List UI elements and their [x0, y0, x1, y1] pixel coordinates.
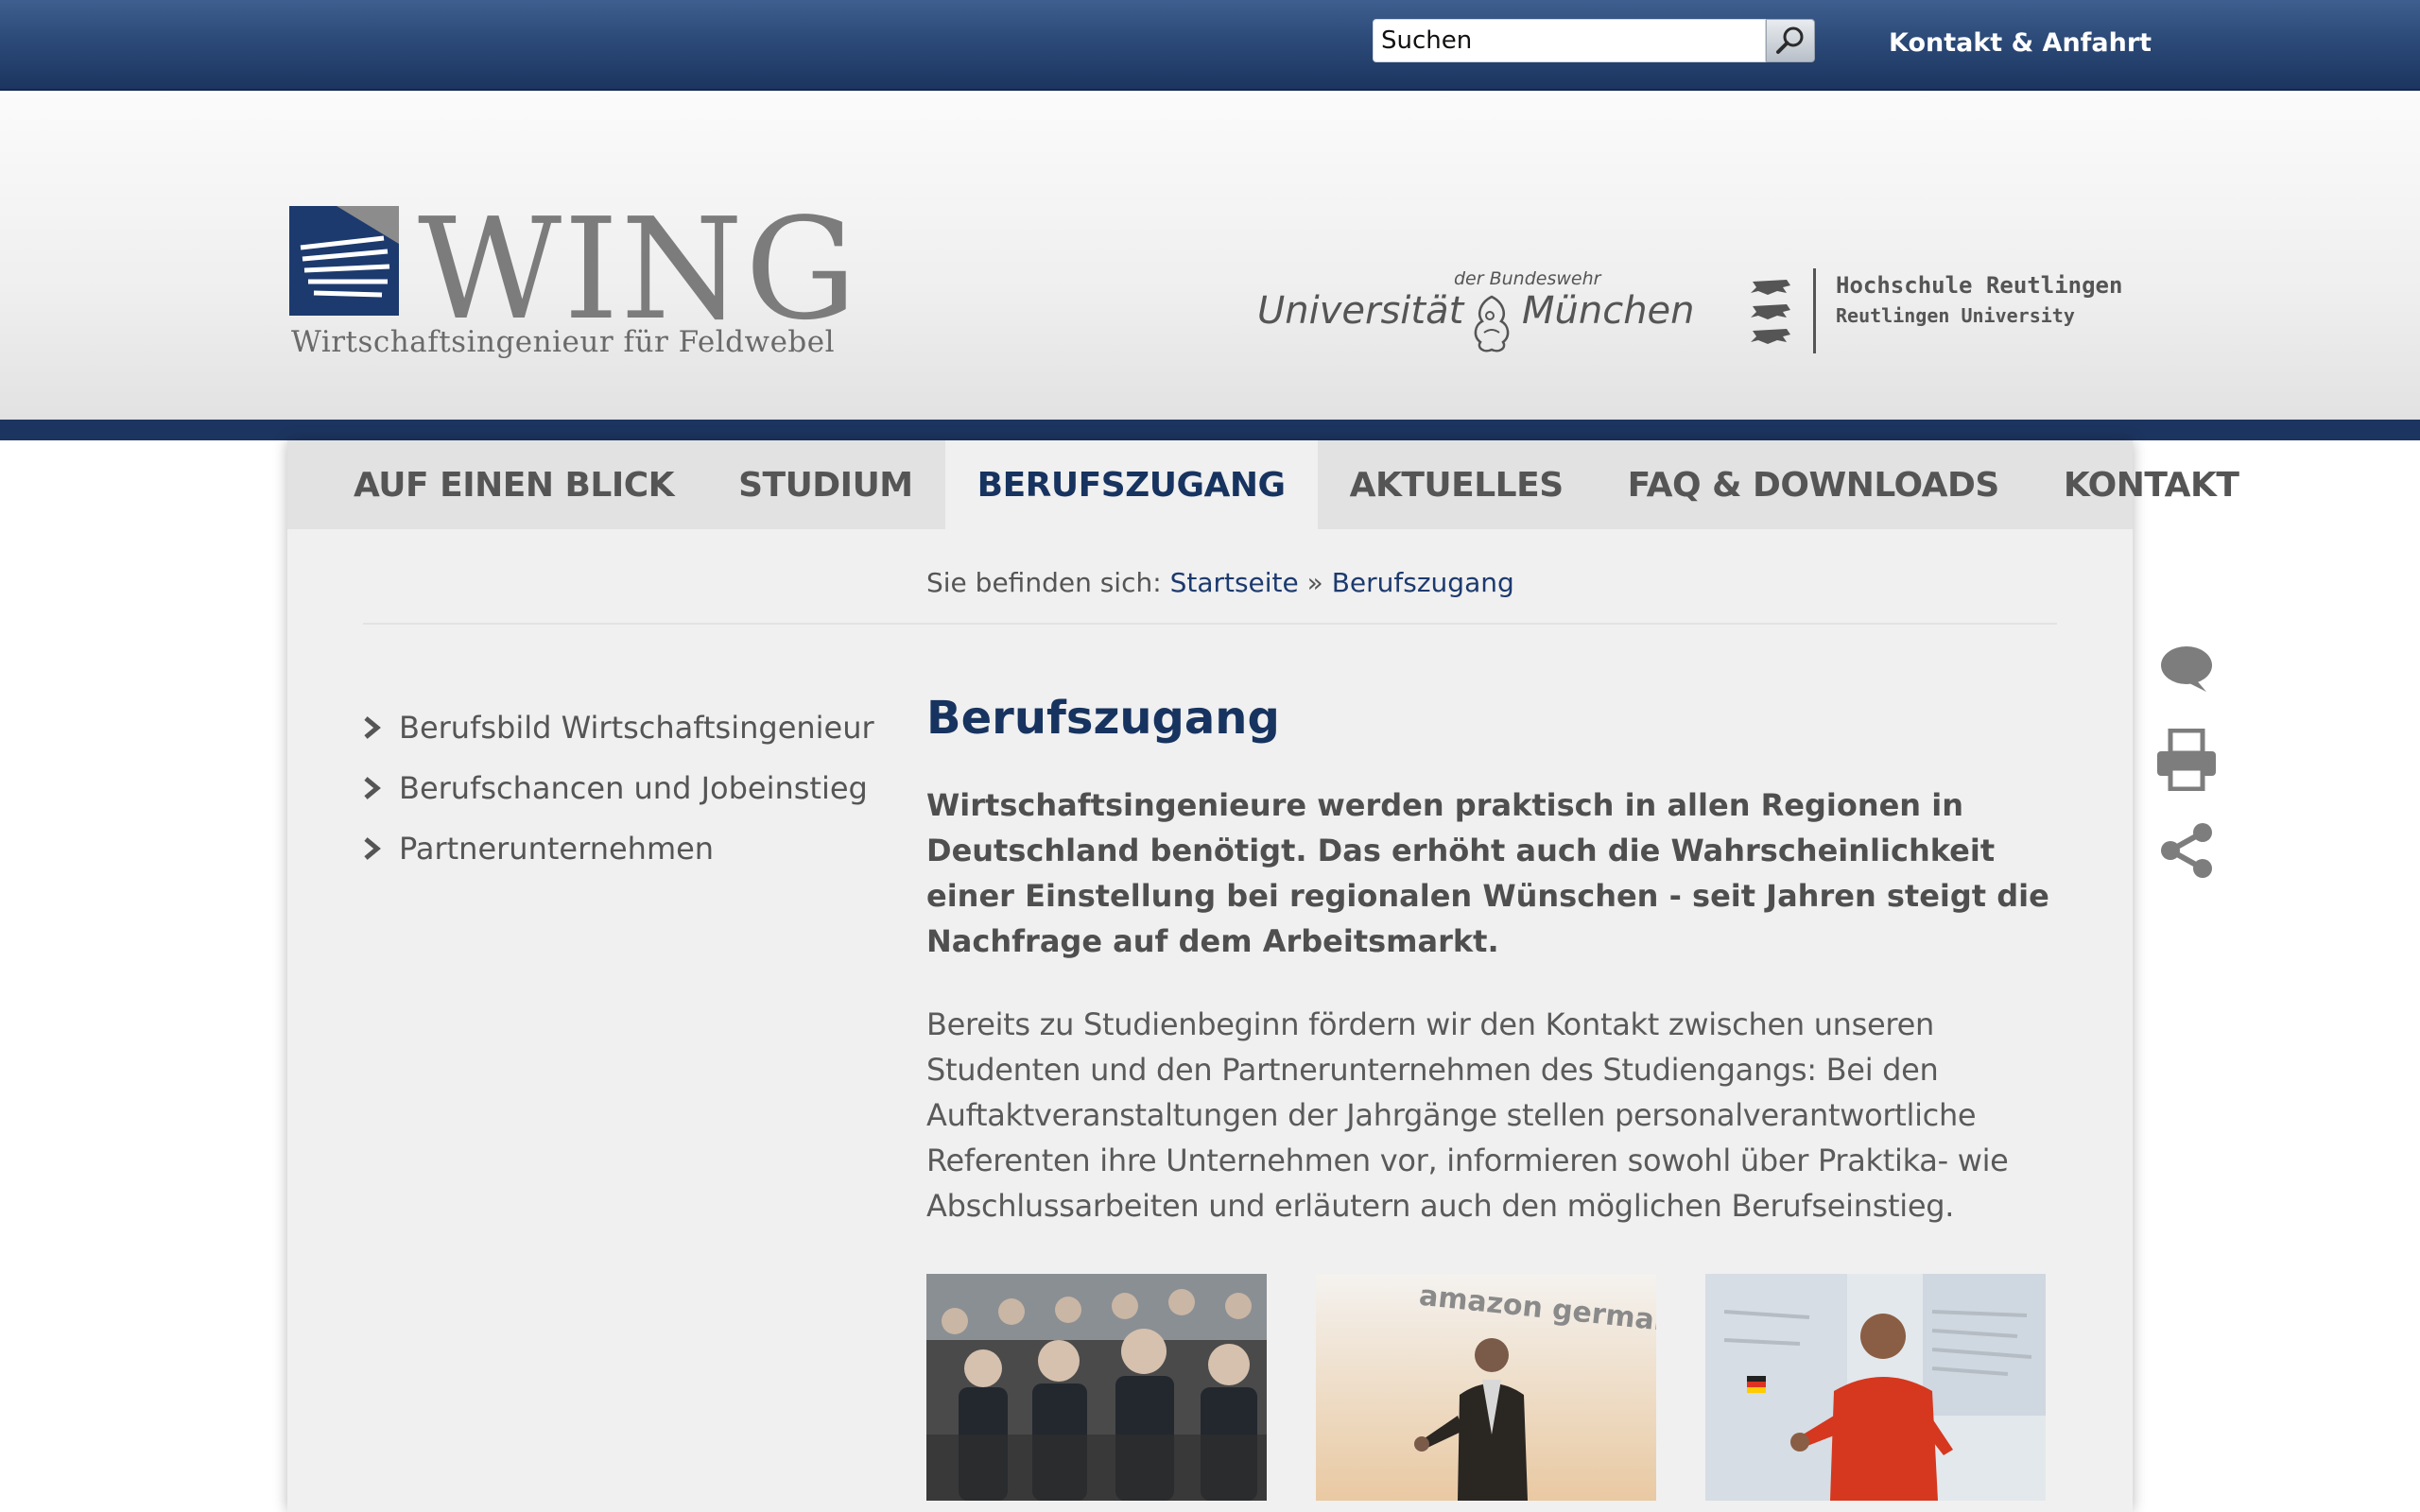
breadcrumb-current-link[interactable]: Berufszugang: [1332, 567, 1514, 598]
photo-gallery: amazon germany: [926, 1274, 2061, 1501]
unibw-left-text: Universität: [1257, 289, 1464, 333]
lions-crest-icon: [1751, 280, 1790, 344]
search-box: [1373, 19, 1815, 64]
reutlingen-name: Hochschule Reutlingen: [1836, 272, 2123, 299]
unibw-right-text: München: [1522, 289, 1695, 333]
wing-emblem-icon: [289, 206, 399, 316]
subnav-item-berufsbild[interactable]: Berufsbild Wirtschaftsingenieur: [363, 697, 892, 758]
share-button[interactable]: [2152, 805, 2221, 896]
gallery-photo-amazon-speaker[interactable]: amazon germany: [1316, 1274, 1656, 1501]
print-button[interactable]: [2152, 714, 2221, 805]
contact-directions-link[interactable]: Kontakt & Anfahrt: [1889, 25, 2152, 62]
chevron-right-icon: [363, 715, 399, 740]
unibw-crest-icon: [1474, 295, 1510, 352]
logo-subtitle: Wirtschaftsingenieur für Feldwebel: [291, 325, 836, 359]
comment-button[interactable]: [2152, 624, 2221, 714]
nav-item-kontakt[interactable]: KONTAKT: [2031, 440, 2272, 529]
logo-wordmark: WING: [418, 188, 859, 351]
subnav-item-label: Berufschancen und Jobeinstieg: [399, 770, 868, 806]
reutlingen-subtitle: Reutlingen University: [1836, 304, 2075, 327]
breadcrumb-divider: [363, 623, 2057, 625]
lead-paragraph: Wirtschaftsingenieure werden praktisch i…: [926, 787, 2049, 959]
body-paragraph: Bereits zu Studienbeginn fördern wir den…: [926, 1006, 2009, 1224]
unibw-logo[interactable]: der Bundeswehr Universität München: [1257, 265, 1702, 369]
nav-item-faq-downloads[interactable]: FAQ & DOWNLOADS: [1596, 440, 2031, 529]
sub-nav: Berufsbild Wirtschaftsingenieur Berufsch…: [363, 697, 892, 879]
nav-item-studium[interactable]: STUDIUM: [706, 440, 945, 529]
nav-item-aktuelles[interactable]: AKTUELLES: [1318, 440, 1596, 529]
search-input[interactable]: [1373, 19, 1766, 62]
content-panel: AUF EINEN BLICK STUDIUM BERUFSZUGANG AKT…: [287, 440, 2239, 1512]
unibw-top-text: der Bundeswehr: [1454, 268, 1601, 289]
breadcrumb-prefix: Sie befinden sich:: [926, 567, 1162, 598]
subnav-item-berufschancen[interactable]: Berufschancen und Jobeinstieg: [363, 758, 892, 818]
main-nav: AUF EINEN BLICK STUDIUM BERUFSZUGANG AKT…: [287, 440, 2239, 529]
nav-item-berufszugang[interactable]: BERUFSZUGANG: [944, 440, 1318, 529]
print-icon: [2157, 729, 2216, 791]
gallery-photo-audience[interactable]: [926, 1274, 1267, 1501]
wing-logo[interactable]: WING Wirtschaftsingenieur für Feldwebel: [289, 198, 856, 369]
nav-item-auf-einen-blick[interactable]: AUF EINEN BLICK: [321, 440, 706, 529]
subnav-item-partnerunternehmen[interactable]: Partnerunternehmen: [363, 818, 892, 879]
breadcrumb: Sie befinden sich: Startseite » Berufszu…: [926, 567, 1514, 598]
page-title: Berufszugang: [926, 692, 1280, 745]
header-divider-strip: [0, 420, 2420, 440]
search-button[interactable]: [1766, 19, 1815, 62]
magnifier-icon: [1776, 26, 1804, 54]
chevron-right-icon: [363, 836, 399, 861]
subnav-item-label: Berufsbild Wirtschaftsingenieur: [399, 710, 874, 746]
reutlingen-divider: [1813, 268, 1816, 353]
reutlingen-logo[interactable]: Hochschule Reutlingen Reutlingen Univers…: [1749, 268, 2146, 353]
share-icon: [2161, 823, 2212, 878]
chevron-right-icon: [363, 776, 399, 800]
gallery-photo-speaker-red[interactable]: [1705, 1274, 2046, 1501]
main-content: Berufszugang Wirtschaftsingenieure werde…: [926, 688, 2061, 1228]
breadcrumb-home-link[interactable]: Startseite: [1170, 567, 1299, 598]
breadcrumb-separator: »: [1306, 567, 1323, 598]
top-bar: Kontakt & Anfahrt: [0, 0, 2420, 91]
comment-icon: [2161, 646, 2212, 692]
side-tools: [2152, 624, 2221, 896]
subnav-item-label: Partnerunternehmen: [399, 831, 715, 867]
